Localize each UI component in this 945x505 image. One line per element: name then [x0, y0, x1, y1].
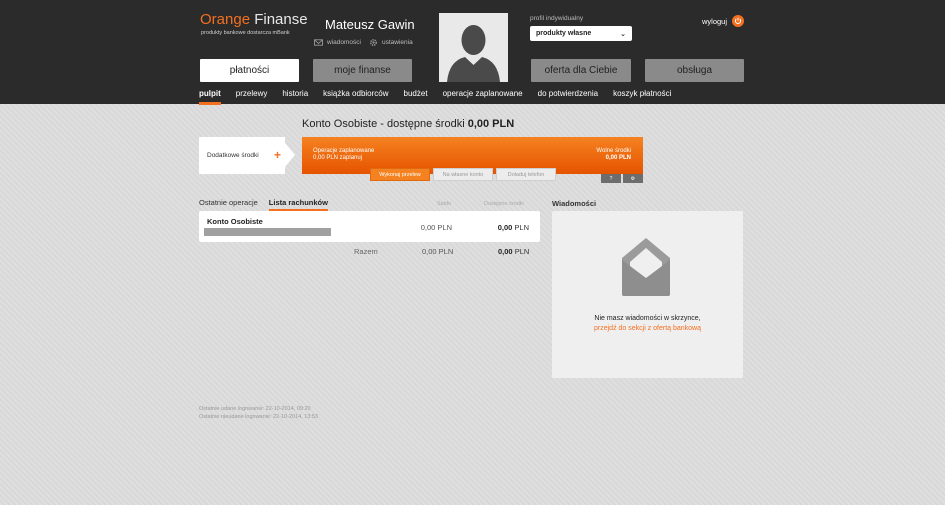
- account-saldo: 0,00 PLN: [420, 223, 452, 232]
- last-failed-login: Ostatnie nieudane logowanie: 22-10-2014,…: [199, 414, 318, 420]
- power-icon: [732, 15, 745, 27]
- settings-link-label: ustawienia: [381, 39, 413, 46]
- nav-service[interactable]: obsługa: [645, 59, 744, 82]
- tab-accounts-list[interactable]: Lista rachunków: [268, 198, 329, 212]
- total-available-currency: PLN: [514, 247, 530, 256]
- last-successful-login: Ostatnie udane logowanie: 22-10-2014, 09…: [199, 406, 311, 412]
- phone-top-up-button[interactable]: Doładuj telefon: [496, 168, 556, 181]
- messages-link[interactable]: wiadomości: [314, 38, 361, 47]
- own-account-transfer-button[interactable]: Na własne konto: [433, 168, 493, 181]
- column-header-saldo: Saldo: [437, 201, 452, 207]
- arrow-right-icon: [285, 143, 295, 167]
- profile-selected-value: produkty własne: [536, 30, 592, 37]
- account-summary-amount: 0,00 PLN: [467, 118, 515, 130]
- subnav-history[interactable]: historia: [282, 89, 308, 98]
- free-funds-label: Wolne środki: [596, 148, 631, 154]
- profile-label: profil indywidualny: [530, 15, 584, 22]
- subnav-dashboard[interactable]: pulpit: [199, 89, 221, 105]
- column-header-available: Dostępne środki: [484, 201, 524, 207]
- plus-icon: +: [273, 148, 281, 162]
- planned-label: Operacje zaplanowane: [313, 148, 375, 154]
- subnav-transfers[interactable]: przelewy: [236, 89, 268, 98]
- open-envelope-icon: [622, 238, 670, 296]
- nav-payments[interactable]: płatności: [200, 59, 299, 82]
- profile-select[interactable]: produkty własne ⌄: [530, 26, 632, 41]
- table-row[interactable]: Konto Osobiste 0,00 PLN 0,00 PLN: [199, 211, 540, 242]
- settings-button[interactable]: ⚙: [623, 174, 643, 183]
- nav-offer[interactable]: oferta dla Ciebie: [531, 59, 631, 82]
- subnav-budget[interactable]: budżet: [404, 89, 428, 98]
- login-info: Ostatnie udane logowanie: 22-10-2014, 09…: [199, 405, 318, 421]
- total-available: 0,00 PLN: [498, 247, 529, 256]
- account-number-bar: [204, 228, 331, 236]
- accounts-tabs: Ostatnie operacje Lista rachunków: [199, 198, 329, 212]
- subnav-payees[interactable]: książka odbiorców: [323, 89, 388, 98]
- total-available-amount: 0,00: [498, 247, 513, 256]
- brand-logo[interactable]: Orange Finanse: [200, 11, 308, 28]
- logo-orange-text: Orange: [200, 11, 251, 28]
- account-name[interactable]: Konto Osobiste: [207, 217, 263, 226]
- quick-actions: Wykonaj przelew Na własne konto Doładuj …: [370, 168, 556, 181]
- brand-tagline: produkty bankowe dostarcza mBank: [201, 30, 290, 36]
- logo-finanse-text: Finanse: [254, 11, 308, 28]
- messages-title: Wiadomości: [552, 199, 597, 208]
- sub-navigation: pulpit przelewy historia książka odbiorc…: [199, 89, 686, 105]
- total-saldo: 0,00 PLN: [422, 247, 454, 256]
- total-label: Razem: [354, 247, 378, 256]
- help-button[interactable]: ?: [601, 174, 621, 183]
- bar-tools: ? ⚙: [601, 174, 643, 183]
- settings-link[interactable]: ustawienia: [369, 38, 413, 47]
- top-header: Orange Finanse produkty bankowe dostarcz…: [0, 0, 945, 105]
- account-summary-prefix: Konto Osobiste - dostępne środki: [302, 118, 465, 130]
- account-available: 0,00 PLN: [498, 223, 529, 232]
- avatar[interactable]: [439, 13, 508, 82]
- extra-funds-box[interactable]: Dodatkowe środki +: [199, 137, 285, 174]
- messages-link-label: wiadomości: [327, 39, 361, 46]
- user-name: Mateusz Gawin: [325, 17, 415, 32]
- account-summary-title: Konto Osobiste - dostępne środki 0,00 PL…: [302, 118, 514, 130]
- account-available-currency: PLN: [514, 223, 529, 232]
- chevron-down-icon: ⌄: [620, 30, 626, 38]
- user-links: wiadomości ustawienia: [314, 38, 413, 47]
- free-funds-amount: 0,00 PLN: [605, 155, 631, 161]
- user-silhouette-icon: [439, 13, 508, 82]
- messages-panel: Nie masz wiadomości w skrzynce, przejdź …: [552, 211, 743, 378]
- nav-my-finance[interactable]: moje finanse: [313, 59, 412, 82]
- planned-amount[interactable]: 0,00 PLN zaplanuj: [313, 155, 362, 161]
- no-messages-text: Nie masz wiadomości w skrzynce,: [594, 315, 701, 322]
- extra-funds-label: Dodatkowe środki: [207, 152, 259, 159]
- subnav-payment-basket[interactable]: koszyk płatności: [613, 89, 671, 98]
- make-transfer-button[interactable]: Wykonaj przelew: [370, 168, 430, 181]
- subnav-planned[interactable]: operacje zaplanowane: [443, 89, 523, 98]
- subnav-to-confirm[interactable]: do potwierdzenia: [538, 89, 598, 98]
- account-available-amount: 0,00: [497, 223, 513, 232]
- gear-icon: [370, 39, 377, 46]
- offer-section-link[interactable]: przejdź do sekcji z ofertą bankową: [552, 325, 743, 332]
- envelope-icon: [314, 39, 323, 46]
- tab-recent-operations[interactable]: Ostatnie operacje: [199, 198, 258, 207]
- logout-label: wyloguj: [702, 16, 728, 26]
- logout-button[interactable]: wyloguj: [702, 15, 745, 27]
